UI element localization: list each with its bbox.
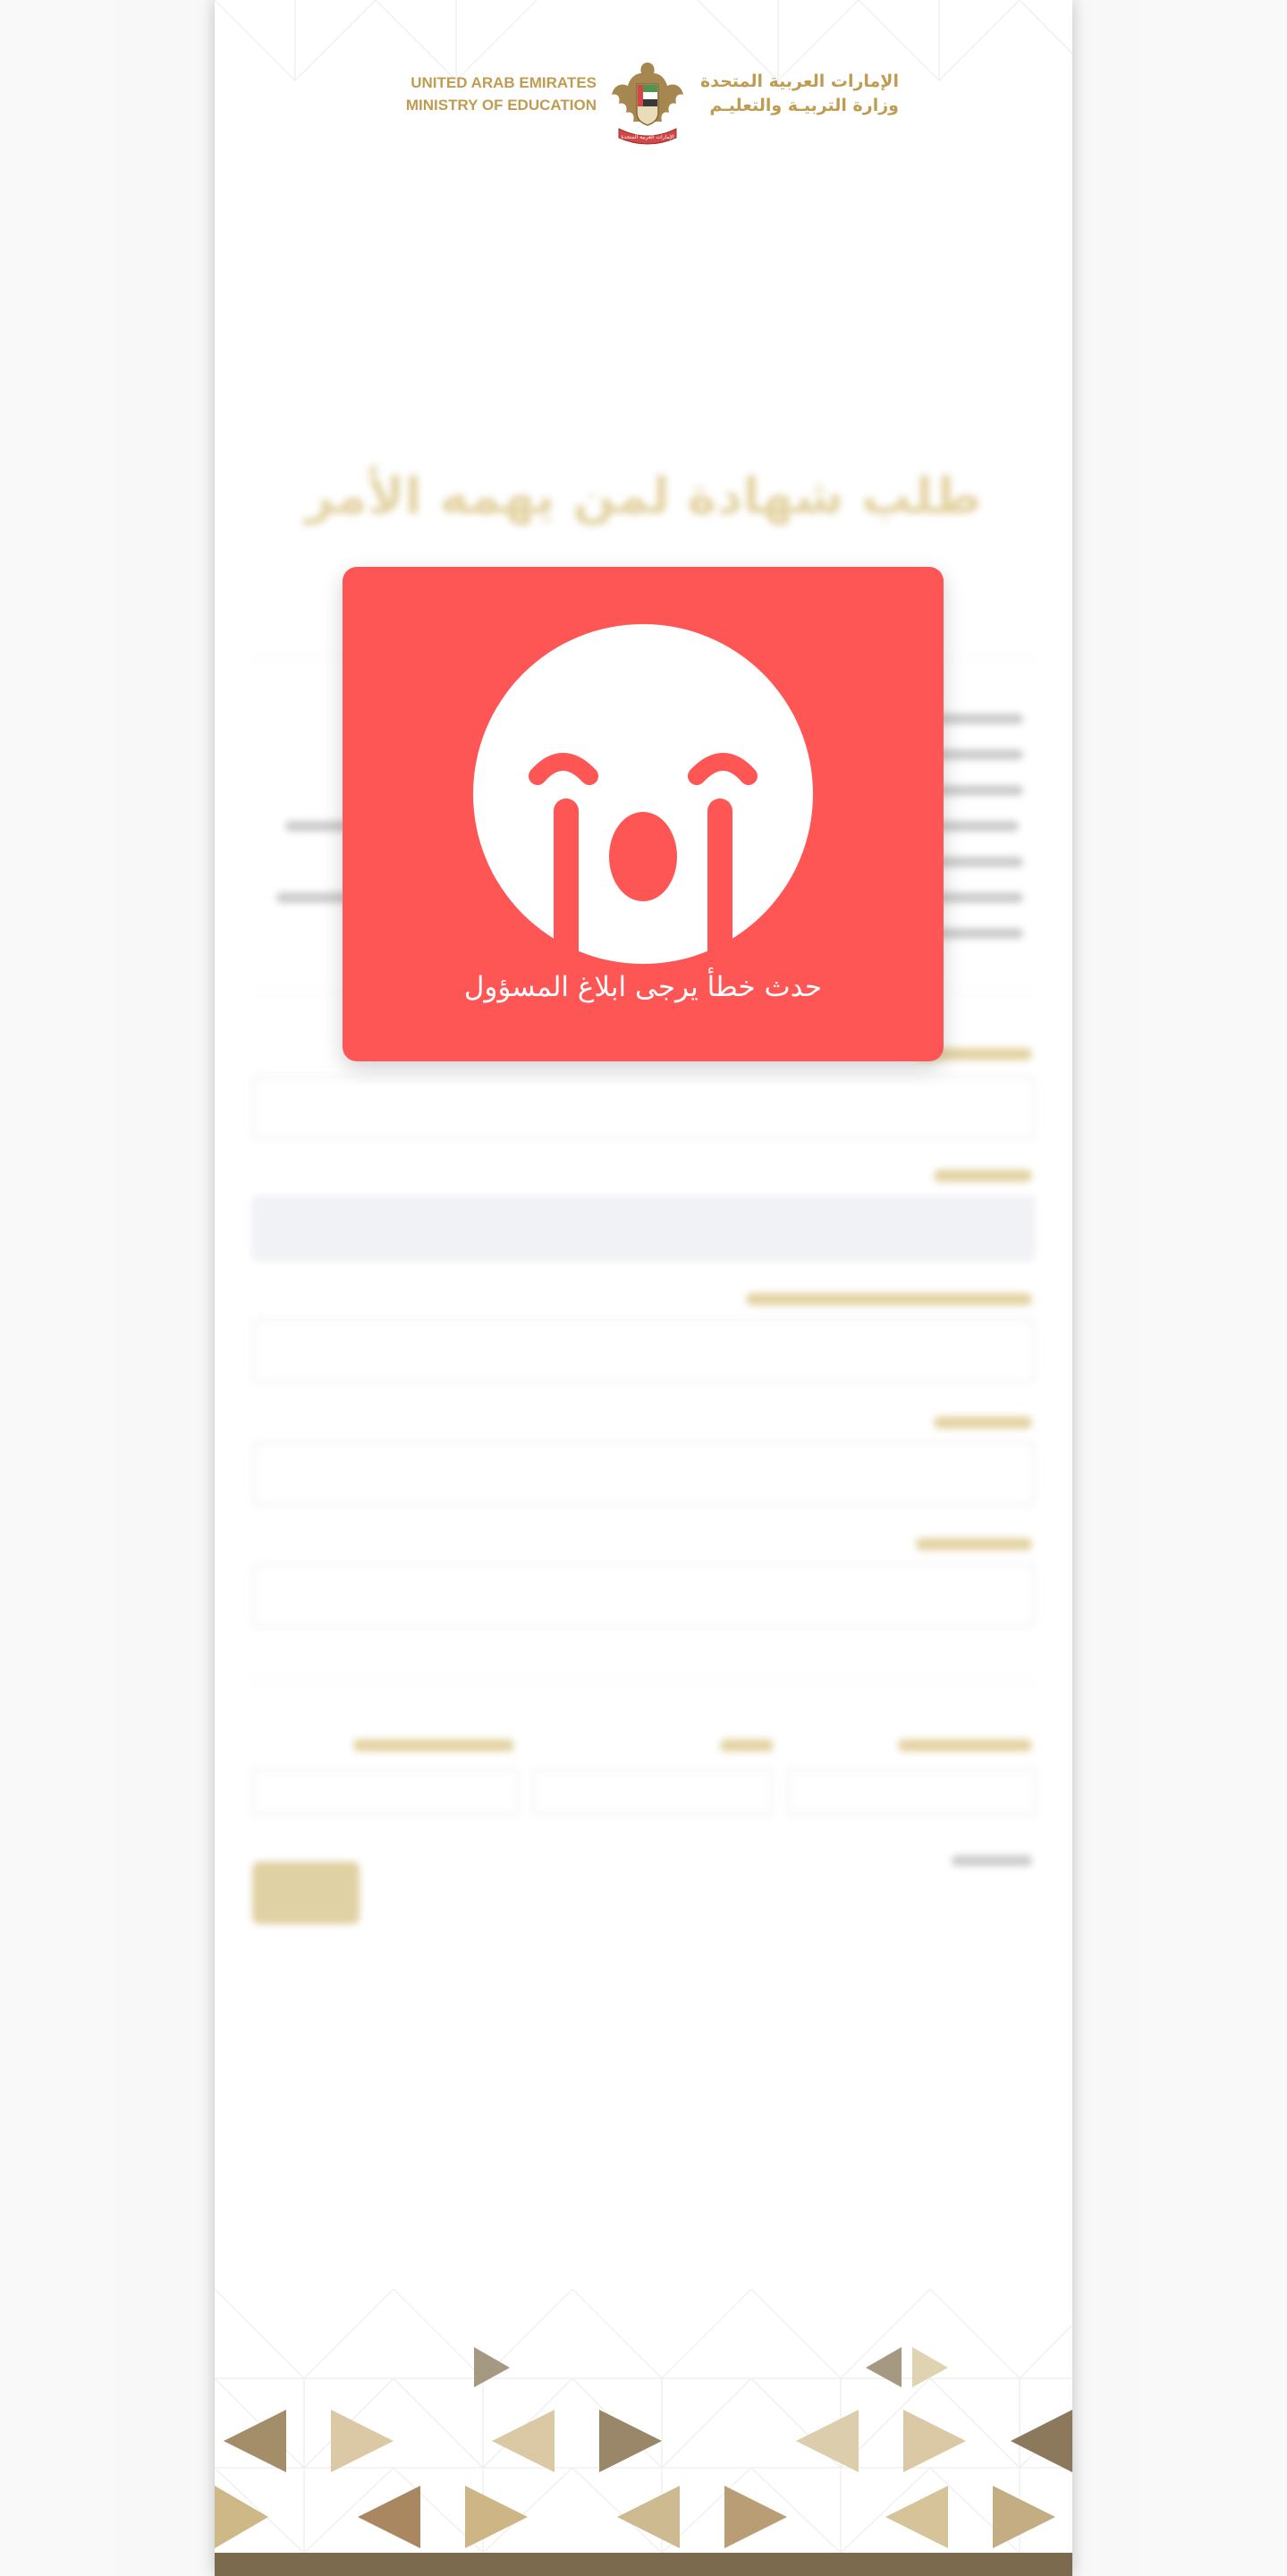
modal-overlay: حدث خطأ يرجى ابلاغ المسؤول — [0, 0, 1287, 2576]
crying-face-icon — [473, 624, 813, 964]
error-message: حدث خطأ يرجى ابلاغ المسؤول — [463, 971, 823, 1003]
error-dialog: حدث خطأ يرجى ابلاغ المسؤول — [343, 567, 944, 1061]
